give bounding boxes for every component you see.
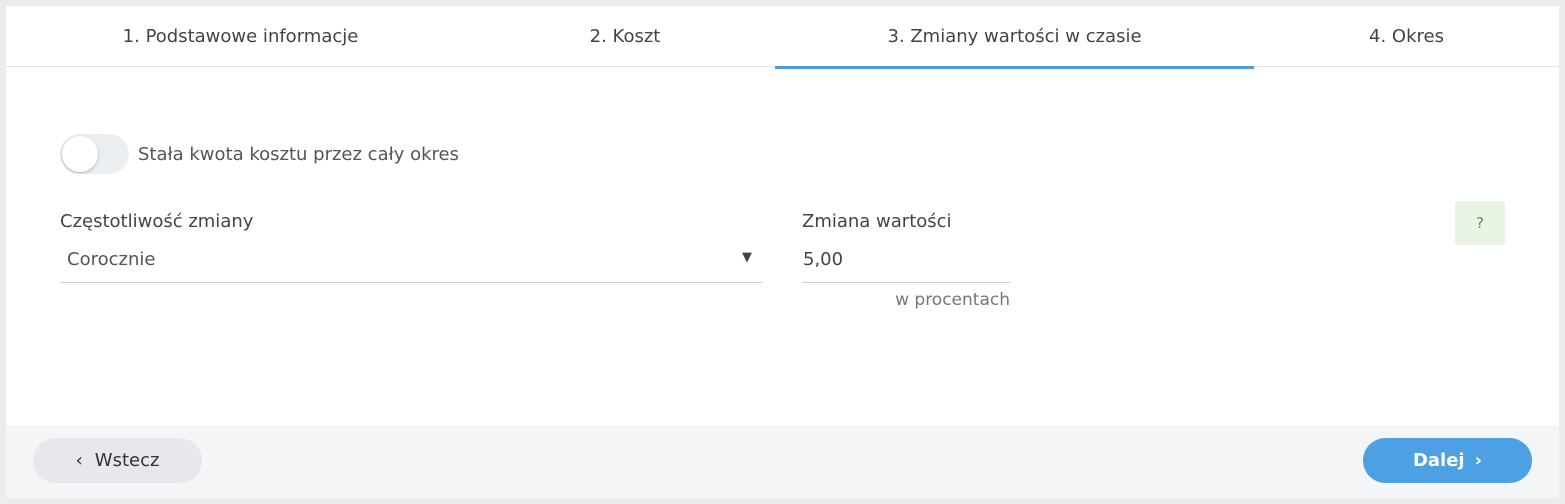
fixed-amount-toggle-row: Stała kwota kosztu przez cały okres (60, 134, 459, 174)
value-change-label: Zmiana wartości (802, 211, 952, 232)
fixed-amount-toggle[interactable] (60, 134, 129, 174)
chevron-left-icon: ‹ (75, 450, 83, 471)
value-change-input[interactable]: 5,00 (802, 244, 1010, 283)
frequency-label: Częstotliwość zmiany (60, 211, 254, 232)
frequency-value: Corocznie (67, 249, 156, 270)
wizard-tabs: 1. Podstawowe informacje 2. Koszt 3. Zmi… (6, 6, 1559, 69)
wizard-footer: ‹ Wstecz Dalej › (6, 425, 1559, 498)
back-button[interactable]: ‹ Wstecz (33, 438, 202, 483)
wizard-card: 1. Podstawowe informacje 2. Koszt 3. Zmi… (6, 6, 1559, 498)
caret-down-icon: ▼ (742, 250, 752, 265)
tab-basic-info[interactable]: 1. Podstawowe informacje (6, 6, 475, 67)
fixed-amount-toggle-label: Stała kwota kosztu przez cały okres (138, 143, 459, 165)
help-button[interactable]: ? (1455, 201, 1505, 245)
value-change-hint: w procentach (895, 290, 1010, 310)
next-button-label: Dalej (1412, 450, 1465, 471)
tab-cost[interactable]: 2. Koszt (475, 6, 775, 67)
tab-value-changes[interactable]: 3. Zmiany wartości w czasie (775, 6, 1254, 69)
frequency-select[interactable]: Corocznie ▼ (60, 244, 762, 283)
next-button[interactable]: Dalej › (1363, 438, 1532, 483)
back-button-label: Wstecz (94, 450, 160, 471)
tab-period[interactable]: 4. Okres (1254, 6, 1559, 67)
chevron-right-icon: › (1474, 450, 1483, 471)
toggle-knob (62, 136, 98, 172)
value-change-value: 5,00 (803, 249, 844, 270)
